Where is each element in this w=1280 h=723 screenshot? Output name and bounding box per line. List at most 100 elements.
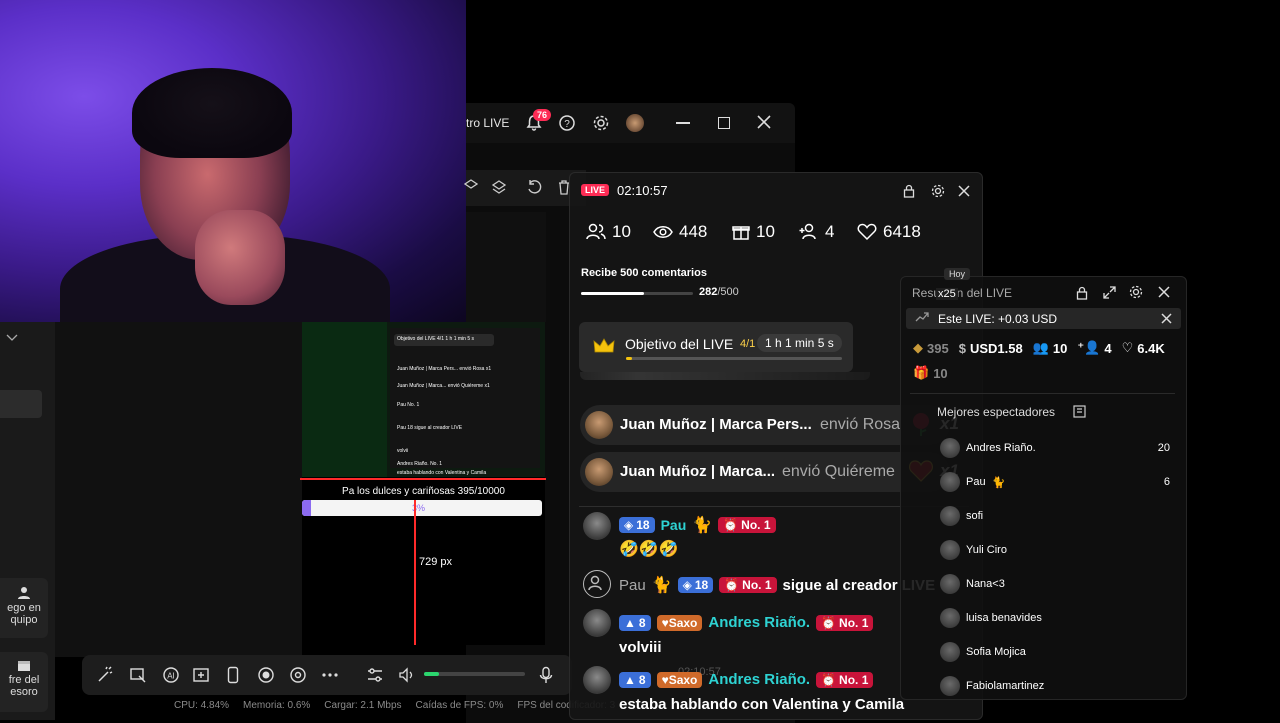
add-person-icon: ⁺👤 [1077, 340, 1101, 355]
guide-distance-label: 729 px [419, 556, 453, 568]
follow-icon [583, 570, 611, 598]
chat-username[interactable]: Andres Riaño. [708, 614, 810, 631]
list-item[interactable]: luisa benavides [940, 607, 1170, 629]
gift-action: envió Rosa [820, 416, 901, 433]
multiplier-label: x25 [936, 288, 958, 300]
gear-icon[interactable] [592, 114, 610, 132]
list-item[interactable]: Fabiolamartinez [940, 675, 1170, 697]
lock-icon[interactable] [1076, 286, 1088, 300]
mini-chat-line: Juan Muñoz | Marca... envió Quiéreme x1 [397, 383, 490, 389]
summary-stats: ◆ 395 $ USD1.58 👥 10 ⁺👤 4 ♡ 6.4K [913, 340, 1165, 356]
chat-username[interactable]: Pau [661, 517, 687, 533]
close-icon[interactable] [757, 115, 771, 129]
gift-sender[interactable]: Juan Muñoz | Marca Pers... [620, 416, 812, 433]
heart-icon: ♥ [661, 672, 669, 687]
close-icon[interactable] [1158, 286, 1170, 298]
diamond-icon: ◈ [682, 578, 692, 592]
status-bar: CPU: 4.84% Memoria: 0.6% Cargar: 2.1 Mbp… [160, 700, 620, 718]
microphone-icon[interactable] [535, 664, 557, 686]
views-count: 448 [679, 222, 708, 241]
search-input[interactable] [0, 390, 42, 418]
avatar[interactable] [585, 458, 613, 486]
add-person-icon [799, 223, 819, 241]
comment-goal-progress: 282/500 [699, 286, 739, 298]
avatar [940, 472, 960, 492]
level-badge: ▲ 8 [619, 671, 651, 688]
avatar[interactable] [583, 666, 611, 694]
avatar[interactable] [585, 411, 613, 439]
mini-chat-line: Pau 18 sigue al creador LIVE [397, 425, 463, 431]
expand-icon[interactable] [1103, 286, 1116, 299]
gift-sender[interactable]: Juan Muñoz | Marca... [620, 463, 775, 480]
add-source-icon[interactable] [190, 664, 212, 686]
comment-goal-fill [581, 292, 644, 295]
avatar[interactable] [626, 114, 644, 132]
undo-icon[interactable] [526, 179, 542, 195]
preview-overlay-thumb [466, 212, 546, 322]
ai-icon[interactable]: AI [160, 664, 182, 686]
list-item[interactable]: Pau 🐈 6 [940, 471, 1170, 493]
treasure-label: fre del esoro [8, 674, 40, 698]
studio-title: tro LIVE [466, 116, 510, 130]
svg-text:?: ? [564, 119, 570, 130]
eye-icon [653, 225, 673, 239]
gear-icon[interactable] [931, 184, 945, 198]
avatar [940, 438, 960, 458]
avatar [940, 676, 960, 696]
minimize-icon[interactable] [676, 122, 690, 124]
multi-guest-button[interactable]: ego en quipo [0, 578, 48, 638]
live-badge: LIVE [581, 184, 610, 196]
gifts-stat: 🎁 10 [913, 365, 948, 381]
speaker-icon[interactable] [396, 664, 418, 686]
mini-chat-line: Juan Muñoz | Marca Pers... envió Rosa x1 [397, 366, 492, 372]
chat-username[interactable]: Pau [619, 577, 646, 594]
heart-icon [857, 223, 877, 241]
today-tooltip: Hoy [944, 268, 971, 280]
record-icon[interactable] [255, 664, 277, 686]
more-icon[interactable] [319, 664, 341, 686]
summary-title: Resumen del LIVE [912, 286, 1013, 300]
rank-badge: ⏰ No. 1 [719, 577, 777, 593]
triangle-icon: ▲ [624, 615, 636, 630]
gear-icon[interactable] [1129, 285, 1143, 299]
list-item[interactable]: Nana<3 [940, 573, 1170, 595]
avatar [940, 642, 960, 662]
objective-timer: 1 h 1 min 5 s [757, 334, 842, 352]
followers-stat: 4 [799, 222, 834, 242]
list-item[interactable]: sofi [940, 505, 1170, 527]
divider [910, 393, 1175, 394]
sources-panel [55, 322, 302, 657]
layer-down-icon[interactable] [491, 179, 507, 195]
chat-message-header: ◈ 18 Pau 🐈 ⏰ No. 1 [619, 515, 776, 535]
level-badge: ◈ 18 [677, 577, 714, 593]
list-icon[interactable] [1073, 405, 1086, 418]
layers-icon[interactable] [464, 179, 478, 193]
avatar[interactable] [583, 512, 611, 540]
list-item[interactable]: Yuli Ciro [940, 539, 1170, 561]
chat-username[interactable]: Andres Riaño. [708, 671, 810, 688]
lock-icon[interactable] [903, 184, 915, 198]
close-icon[interactable] [1161, 313, 1172, 324]
close-icon[interactable] [958, 185, 970, 197]
volume-level [424, 672, 439, 676]
fire-icon: ⏰ [821, 615, 837, 630]
chat-message-text: estaba hablando con Valentina y Camila [619, 696, 905, 713]
camera-target-icon[interactable] [287, 664, 309, 686]
help-icon[interactable]: ? [558, 114, 576, 132]
chat-message-header: ▲ 8 ♥ Saxo Andres Riaño. ⏰ No. 1 [619, 671, 874, 688]
comment-goal-total: /500 [717, 286, 739, 298]
svg-text:AI: AI [167, 672, 175, 681]
avatar[interactable] [583, 609, 611, 637]
list-item[interactable]: Andres Riaño. 20 [940, 437, 1170, 459]
sliders-icon[interactable] [364, 664, 386, 686]
volume-slider[interactable] [424, 672, 525, 676]
phone-icon[interactable] [222, 664, 244, 686]
chat-message-text: 🤣🤣🤣 [619, 541, 679, 558]
list-item[interactable]: Sofia Mojica [940, 641, 1170, 663]
captions-icon[interactable] [127, 664, 149, 686]
maximize-icon[interactable] [718, 117, 730, 129]
chevron-down-icon[interactable] [6, 334, 18, 342]
gifts-count: 10 [756, 222, 775, 241]
magic-wand-icon[interactable] [94, 664, 116, 686]
treasure-button[interactable]: fre del esoro [0, 652, 48, 712]
